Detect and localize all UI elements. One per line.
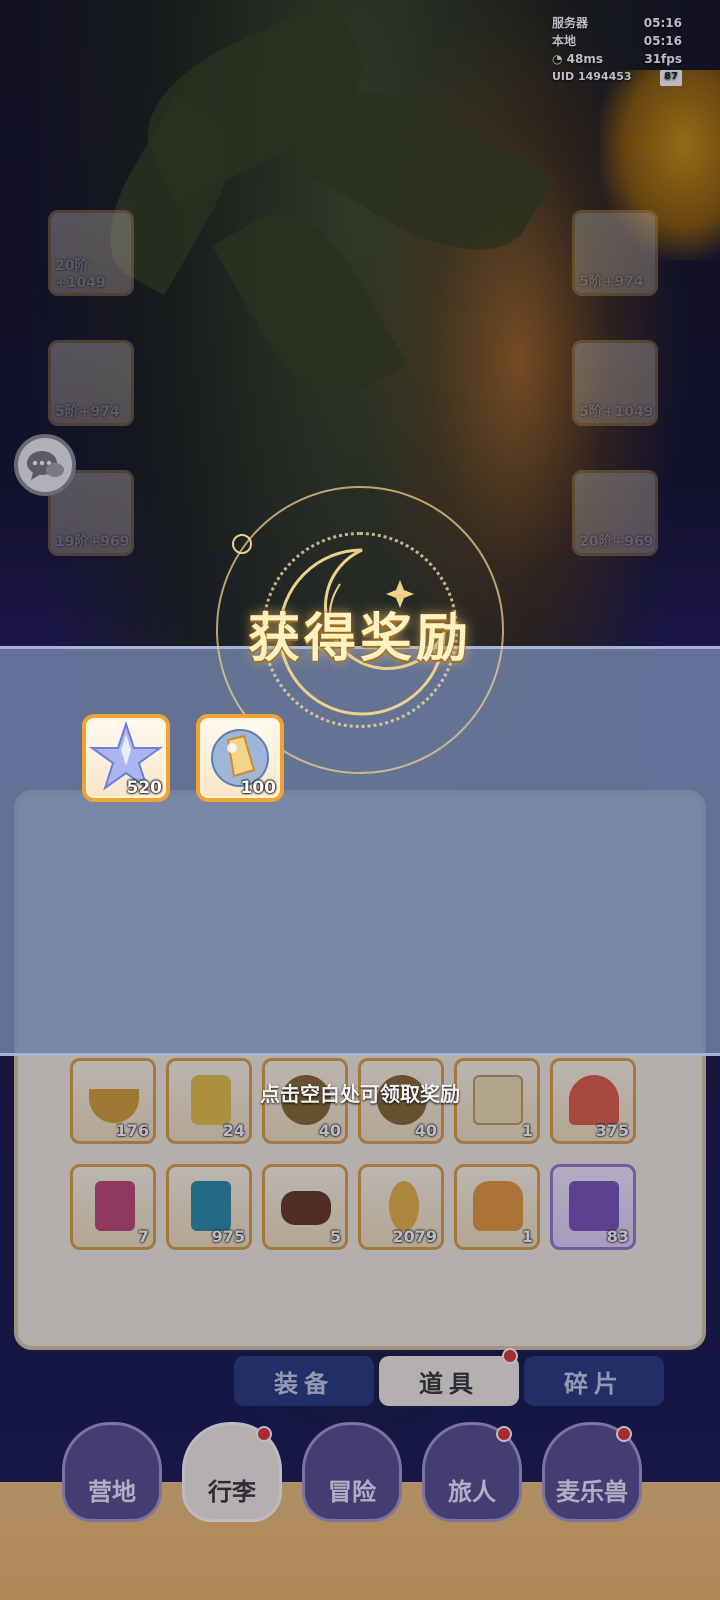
reward-item[interactable]: 520 — [82, 714, 170, 802]
reward-title: 获得奖励 — [247, 609, 472, 669]
reward-count: 520 — [126, 778, 163, 798]
tap-to-claim-hint: 点击空白处可领取奖励 — [260, 1082, 460, 1106]
reward-count: 100 — [240, 778, 277, 798]
reward-item[interactable]: 100 — [196, 714, 284, 802]
